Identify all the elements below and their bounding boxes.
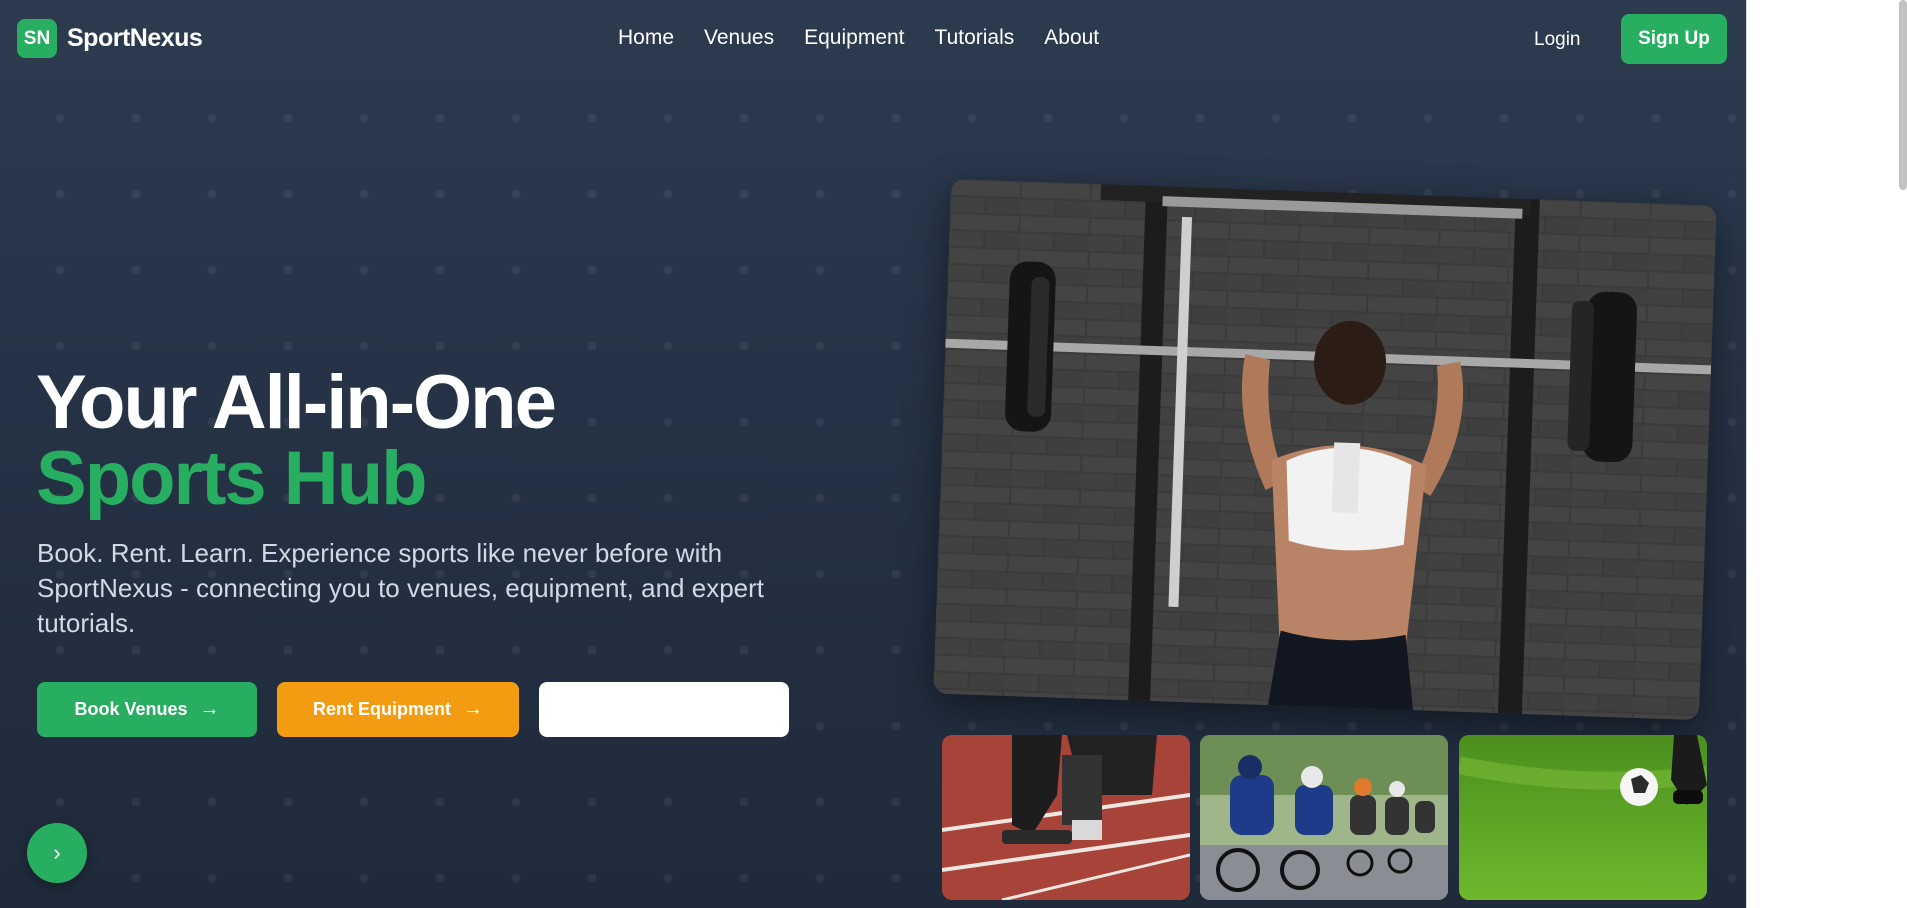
- hero-page: SN SportNexus Home Venues Equipment Tuto…: [0, 0, 1746, 908]
- scroll-area: [1746, 0, 1907, 908]
- next-slide-button[interactable]: ›: [27, 823, 87, 883]
- nav-links: Home Venues Equipment Tutorials About: [618, 26, 1099, 50]
- brand-name: SportNexus: [67, 24, 203, 52]
- nav-link-equipment[interactable]: Equipment: [804, 26, 904, 50]
- hero-title-line2: Sports Hub: [36, 436, 428, 521]
- rent-equipment-button[interactable]: Rent Equipment →: [277, 682, 519, 737]
- brand-logo[interactable]: SN SportNexus: [17, 19, 203, 58]
- nav-link-tutorials[interactable]: Tutorials: [935, 26, 1015, 50]
- nav-link-home[interactable]: Home: [618, 26, 674, 50]
- soccer-ball-photo: [1459, 735, 1707, 900]
- login-link[interactable]: Login: [1534, 29, 1581, 51]
- top-navbar: SN SportNexus Home Venues Equipment Tuto…: [0, 0, 1746, 80]
- tutorials-button[interactable]: [539, 682, 789, 737]
- rent-equipment-label: Rent Equipment: [313, 699, 451, 719]
- signup-button[interactable]: Sign Up: [1621, 14, 1727, 64]
- sprint-start-photo: [942, 735, 1190, 900]
- nav-link-about[interactable]: About: [1044, 26, 1099, 50]
- book-venues-button[interactable]: Book Venues →: [37, 682, 257, 737]
- logo-badge: SN: [17, 19, 57, 58]
- book-venues-label: Book Venues: [74, 699, 188, 719]
- cycling-peloton-photo: [1200, 735, 1448, 900]
- nav-link-venues[interactable]: Venues: [704, 26, 774, 50]
- chevron-right-icon: ›: [53, 840, 61, 865]
- arrow-right-icon: →: [463, 698, 483, 720]
- scrollbar-thumb[interactable]: [1899, 0, 1907, 190]
- hero-title: Your All-in-One Sports Hub: [36, 360, 557, 521]
- weightlifting-photo: [933, 178, 1717, 721]
- arrow-right-icon: →: [199, 698, 220, 720]
- hero-title-line1: Your All-in-One: [36, 360, 557, 445]
- hero-subtitle: Book. Rent. Learn. Experience sports lik…: [37, 538, 764, 638]
